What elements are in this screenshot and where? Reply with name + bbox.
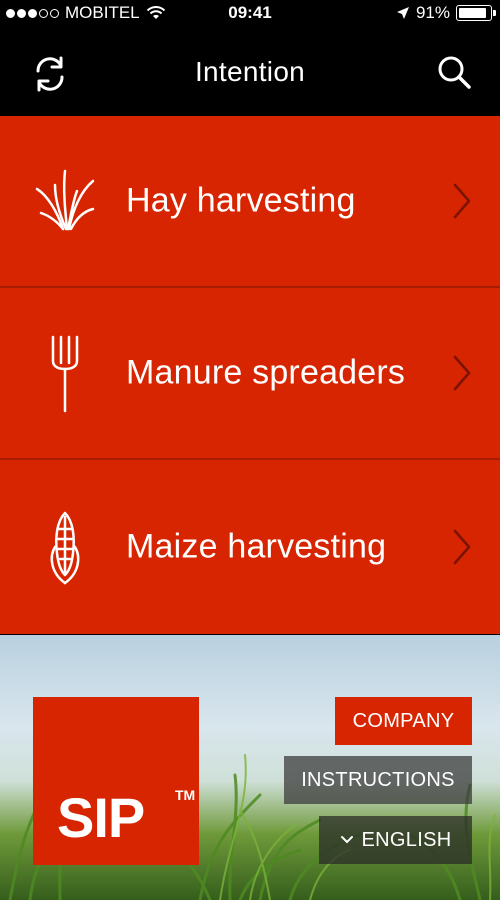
search-icon[interactable] <box>436 54 472 90</box>
intention-menu: Hay harvesting Manure spreaders Maize ha… <box>0 116 500 634</box>
company-button[interactable]: COMPANY <box>335 697 472 745</box>
pitchfork-icon <box>51 335 79 413</box>
location-arrow-icon <box>396 7 409 19</box>
status-bar: MOBITEL 09:41 91% <box>0 0 500 28</box>
language-label: ENGLISH <box>361 828 452 851</box>
menu-item-manure-spreaders[interactable]: Manure spreaders <box>0 288 500 460</box>
chevron-right-icon <box>453 355 471 391</box>
logo-trademark: TM <box>175 787 196 803</box>
corn-icon <box>50 511 80 585</box>
menu-item-maize-harvesting[interactable]: Maize harvesting <box>0 460 500 634</box>
status-right: 91% <box>396 3 496 23</box>
menu-item-label: Manure spreaders <box>126 353 406 392</box>
page-title: Intention <box>194 56 306 87</box>
instructions-button[interactable]: INSTRUCTIONS <box>284 756 472 804</box>
chevron-down-icon <box>340 836 353 844</box>
chevron-right-icon <box>453 183 471 219</box>
language-selector[interactable]: ENGLISH <box>319 816 472 864</box>
chevron-right-icon <box>453 529 471 565</box>
nav-bar: Intention <box>0 28 500 116</box>
menu-item-hay-harvesting[interactable]: Hay harvesting <box>0 116 500 288</box>
grass-icon <box>35 169 95 231</box>
menu-item-label: Hay harvesting <box>126 181 356 220</box>
sip-logo: SIP TM <box>33 697 199 865</box>
battery-icon <box>456 5 496 21</box>
battery-percent: 91% <box>415 3 450 22</box>
logo-text: SIP <box>57 786 145 849</box>
footer-banner: SIP TM COMPANY INSTRUCTIONS ENGLISH <box>0 635 500 900</box>
menu-item-label: Maize harvesting <box>126 527 387 566</box>
